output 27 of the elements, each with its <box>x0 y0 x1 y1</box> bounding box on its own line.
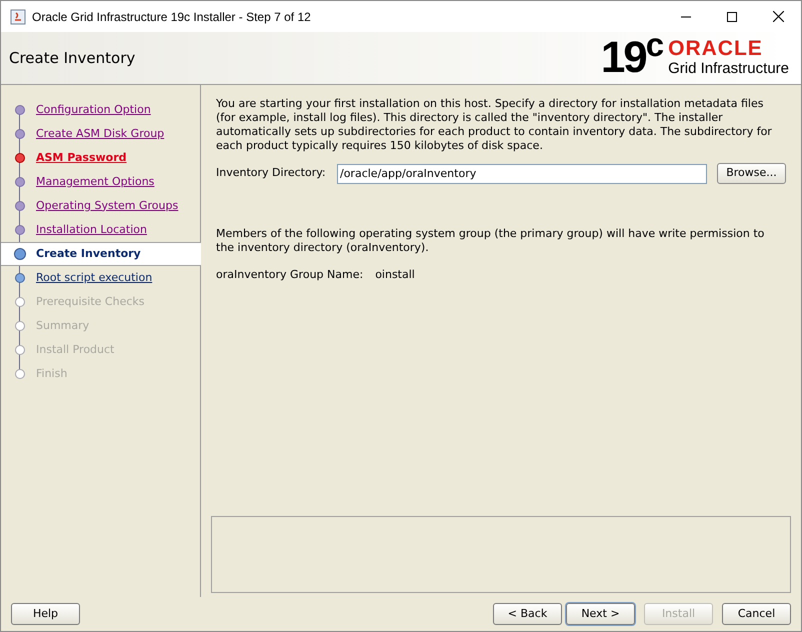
dialog-button[interactable]: < Back <box>493 603 562 625</box>
step-link[interactable]: ASM Password <box>36 150 127 166</box>
step-link[interactable]: Create ASM Disk Group <box>36 126 164 142</box>
step-link[interactable]: Create Inventory <box>36 246 141 262</box>
step-link[interactable]: Management Options <box>36 174 154 190</box>
step-link[interactable]: Operating System Groups <box>36 198 178 214</box>
browse-button[interactable]: Browse... <box>717 163 786 184</box>
window-title: Oracle Grid Infrastructure 19c Installer - Step 7 of 12 <box>32 8 311 26</box>
product-name: Grid Infrastructure <box>668 60 789 78</box>
field-label: Inventory Directory: <box>216 165 327 182</box>
close-icon <box>772 11 784 22</box>
dialog-button[interactable]: Next > <box>566 603 635 625</box>
maximize-icon <box>727 12 737 22</box>
version-logo: 19$^{c}$ <box>600 36 662 80</box>
step-link[interactable]: Installation Location <box>36 222 147 238</box>
group-value: oinstall <box>375 267 415 283</box>
permission-note: Members of the following operating system group (the primary group) will have write permission to the inventory directory (oraInventory). <box>216 227 766 255</box>
dialog-button[interactable]: Help <box>11 603 80 625</box>
directory-field[interactable]: /oracle/app/oraInventory <box>337 164 707 184</box>
brand-logo: ORACLE <box>668 38 764 60</box>
app-icon <box>10 8 26 24</box>
page-title: Create Inventory <box>9 48 136 69</box>
dialog-button[interactable]: Cancel <box>722 603 791 625</box>
group-label: oraInventory Group Name: <box>216 267 364 283</box>
step-link[interactable]: Root script execution <box>36 270 152 286</box>
step-link[interactable]: Configuration Option <box>36 102 151 118</box>
description-text: You are starting your first installation on this host. Specify a directory for installation metadata files (for example, install log files). This directory is called the "inventory directory". The installer automatically sets up subdirectories for each product to contain inventory data. The subdirectory for each product typically requires 150 kilobytes of disk space. <box>216 97 773 153</box>
